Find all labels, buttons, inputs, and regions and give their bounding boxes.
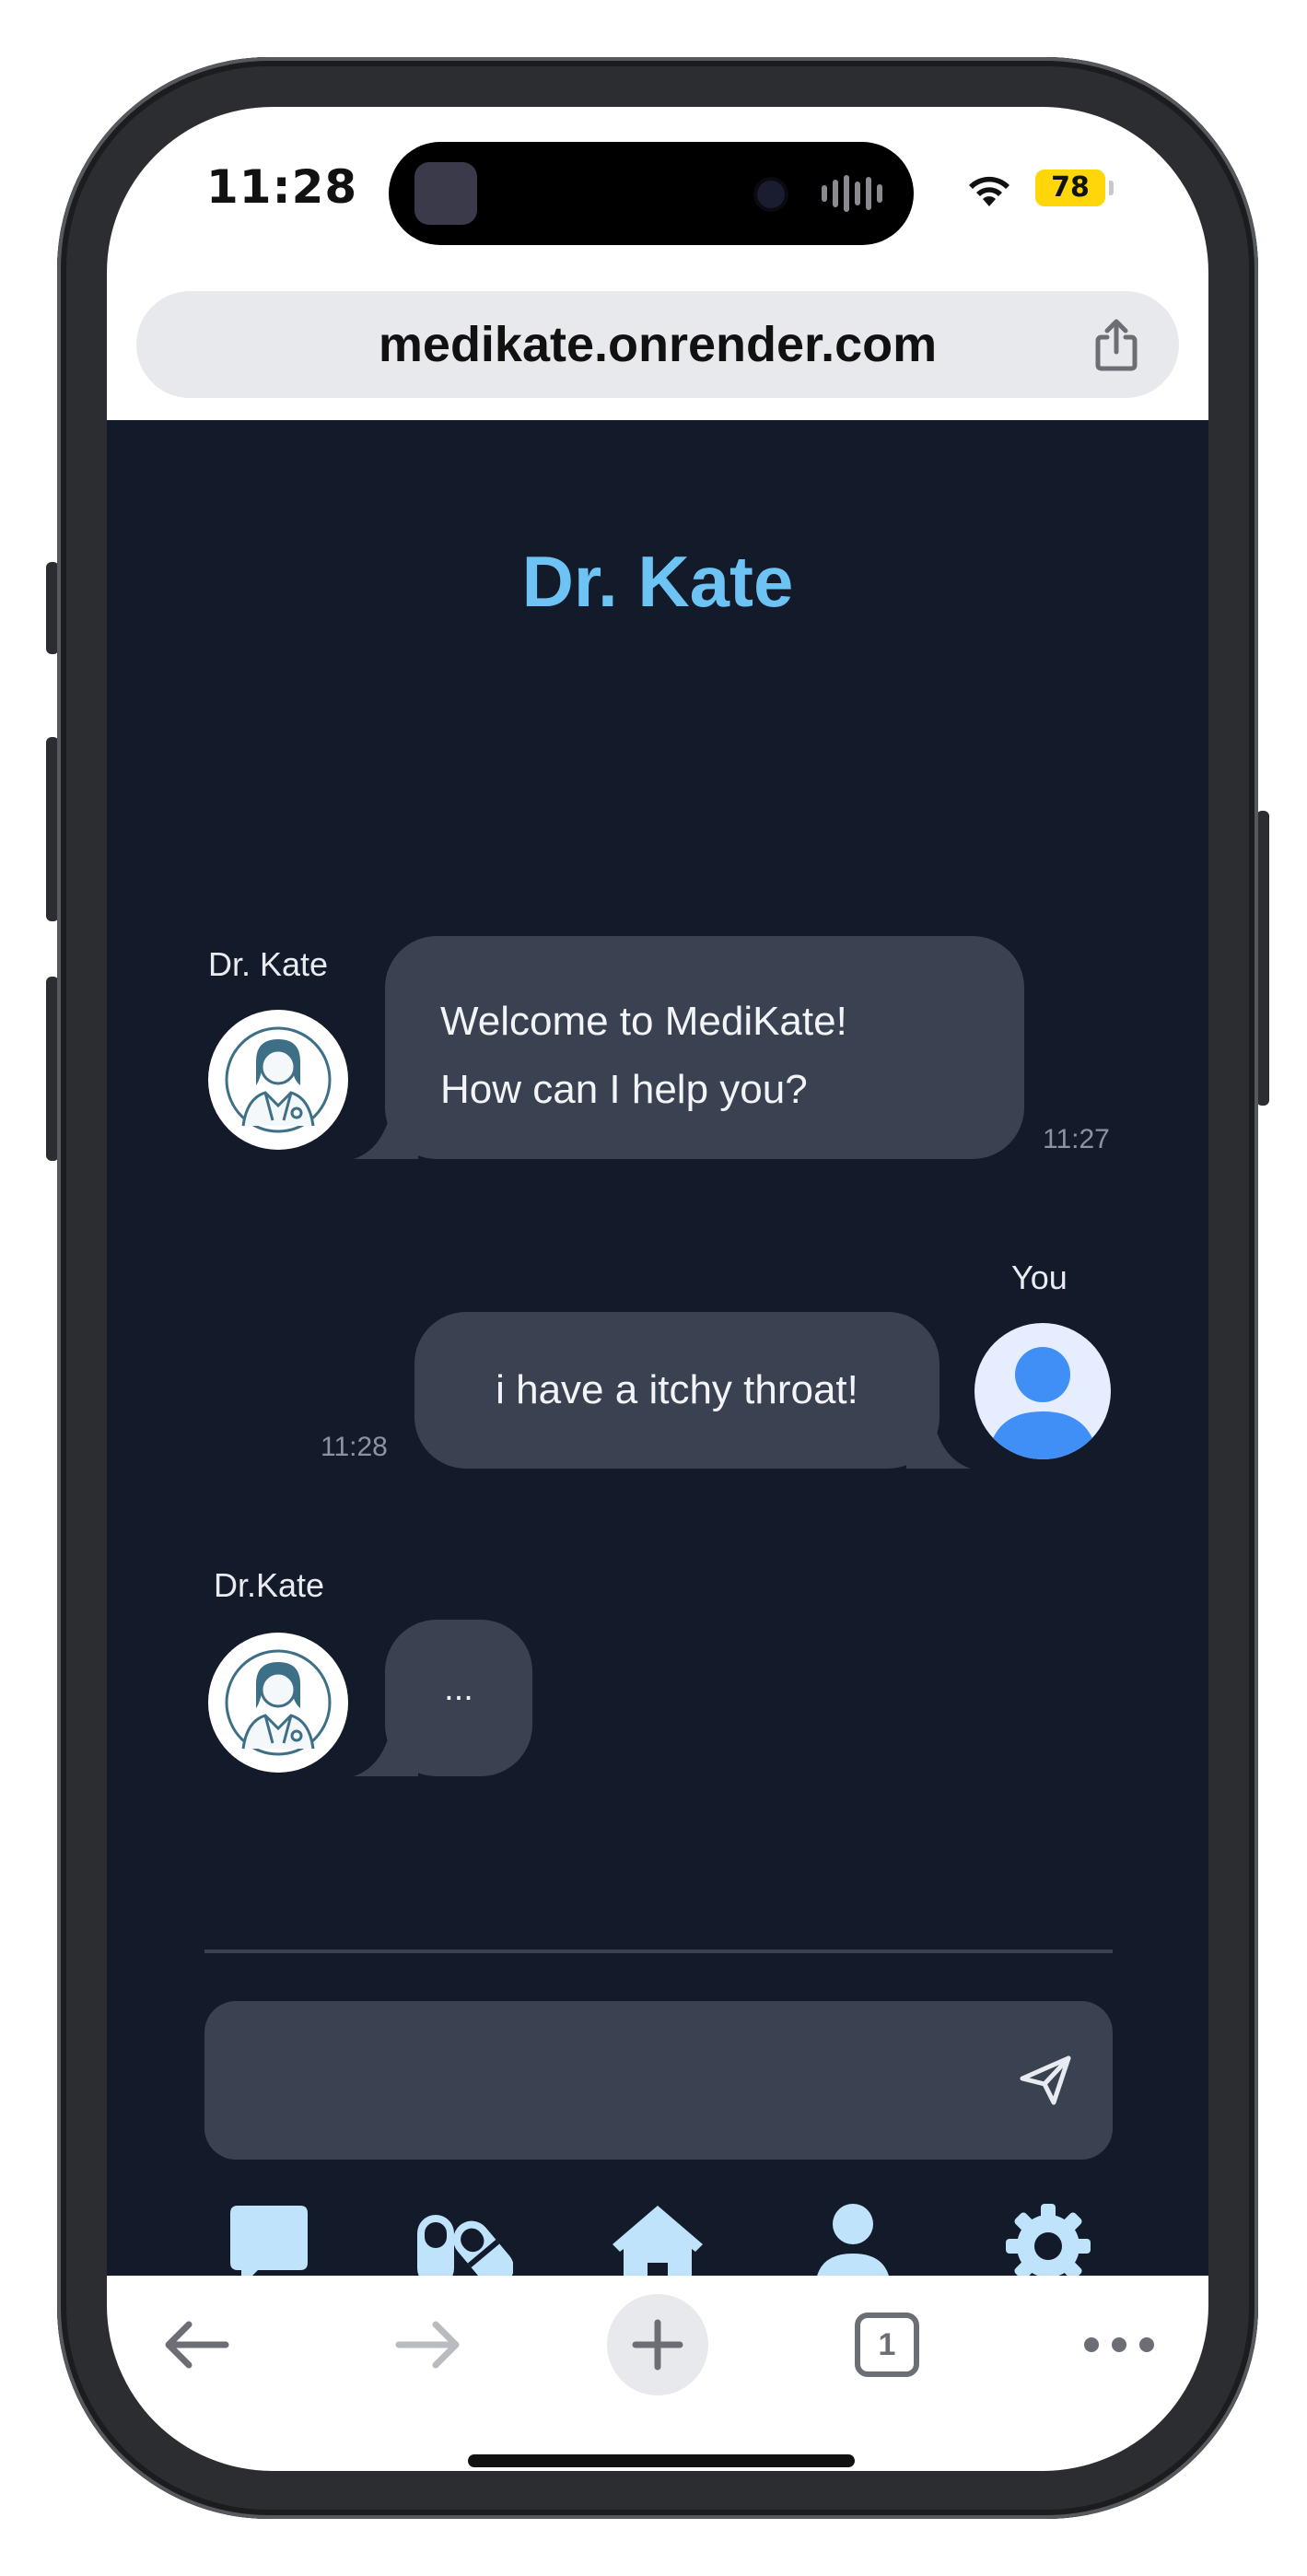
message-line: i have a itchy throat! <box>496 1367 858 1412</box>
bubble-tail <box>354 1730 418 1776</box>
user-avatar <box>974 1323 1111 1459</box>
battery-indicator: 78 <box>1035 170 1105 206</box>
browser-toolbar: 1 <box>107 2276 1208 2471</box>
message-sender: Dr. Kate <box>208 945 329 983</box>
message-sender: Dr.Kate <box>214 1566 325 1604</box>
more-button[interactable] <box>1068 2294 1170 2395</box>
phone-screen: 11:28 78 medikate.onrender.com Dr. Kate <box>107 107 1208 2471</box>
chat-divider <box>204 1950 1113 1953</box>
send-icon[interactable] <box>1013 2047 1078 2112</box>
typing-indicator-bubble: ... <box>354 1620 532 1776</box>
status-bar: 11:28 78 <box>107 107 1208 282</box>
doctor-avatar <box>208 1010 348 1150</box>
more-icon <box>1084 2337 1154 2352</box>
new-tab-button[interactable] <box>607 2294 708 2395</box>
doctor-icon <box>225 1026 332 1133</box>
audio-wave-icon <box>822 175 882 212</box>
message-line: How can I help you? <box>440 1067 808 1112</box>
bubble-tail <box>354 1113 418 1159</box>
message-input[interactable] <box>204 2001 1113 2160</box>
url-text: medikate.onrender.com <box>378 317 938 372</box>
share-icon[interactable] <box>1091 317 1142 372</box>
address-bar[interactable]: medikate.onrender.com <box>136 291 1179 398</box>
message-time: 11:28 <box>321 1432 388 1462</box>
forward-arrow-icon <box>395 2321 460 2369</box>
doctor-icon <box>225 1649 332 1756</box>
message-line: Welcome to MediKate! <box>440 999 847 1044</box>
message-sender: You <box>1011 1259 1068 1296</box>
message-time: 11:27 <box>1043 1124 1110 1154</box>
new-tab-plus-icon <box>632 2319 683 2371</box>
tabs-button[interactable]: 1 <box>836 2294 938 2395</box>
back-arrow-icon <box>165 2321 229 2369</box>
browser-address-area: medikate.onrender.com <box>107 282 1208 420</box>
home-indicator <box>468 2454 855 2467</box>
dynamic-island <box>389 142 914 245</box>
tabs-icon: 1 <box>855 2313 919 2377</box>
doctor-avatar <box>208 1633 348 1773</box>
wifi-icon <box>969 176 1009 206</box>
battery-tip <box>1109 181 1114 195</box>
web-page: Dr. Kate Dr. Kate Welcome to MediKate! H… <box>107 420 1208 2290</box>
camera-icon <box>757 181 785 208</box>
page-title: Dr. Kate <box>521 541 794 622</box>
live-activity-app-icon <box>414 162 477 225</box>
power-button <box>1256 811 1269 1106</box>
typing-dots: ... <box>444 1669 473 1708</box>
status-time: 11:28 <box>206 160 358 214</box>
message-bubble: i have a itchy throat! <box>414 1312 971 1469</box>
bubble-tail <box>906 1423 971 1469</box>
user-icon <box>987 1347 1098 1459</box>
forward-button[interactable] <box>378 2294 479 2395</box>
message-bubble: Welcome to MediKate! How can I help you? <box>354 936 1024 1159</box>
back-button[interactable] <box>146 2294 247 2395</box>
